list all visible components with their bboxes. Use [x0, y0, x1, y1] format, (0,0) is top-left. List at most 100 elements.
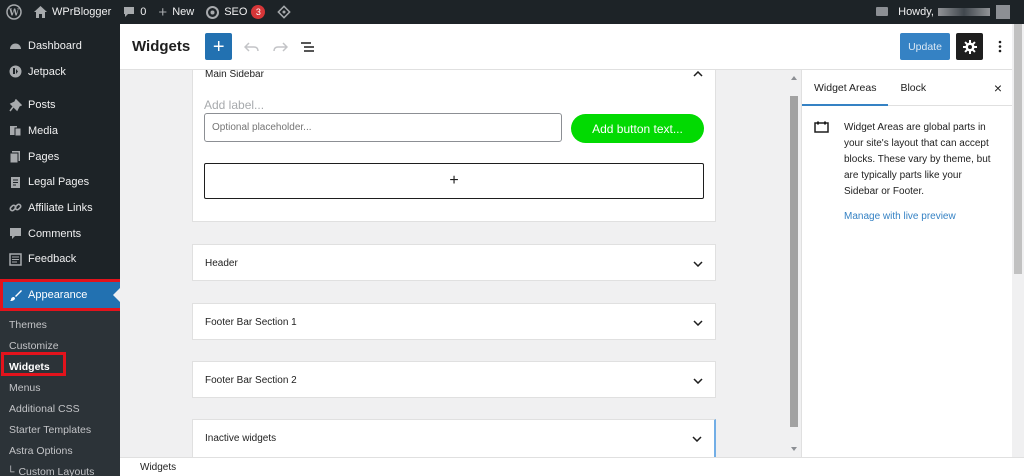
breadcrumb[interactable]: Widgets	[140, 462, 176, 473]
widget-area-inactive[interactable]: Inactive widgets	[192, 419, 716, 457]
howdy-text[interactable]: Howdy,	[898, 6, 934, 18]
widget-area-footer-bar-1[interactable]: Footer Bar Section 1	[192, 303, 716, 340]
gear-icon	[962, 39, 977, 54]
sidebar-item-appearance[interactable]: Appearance	[0, 280, 120, 311]
seo-gear-icon	[206, 5, 220, 19]
search-input[interactable]: Optional placeholder...	[204, 113, 562, 142]
notification-icon[interactable]	[876, 6, 889, 18]
svg-text:W: W	[8, 9, 20, 19]
settings-tabs: Widget Areas Block ×	[802, 70, 1012, 106]
widget-area-main-sidebar: Main Sidebar Add label... Optional place…	[192, 70, 716, 222]
widget-area-header-section[interactable]: Header	[192, 244, 716, 281]
submenu-item-customize[interactable]: Customize	[0, 335, 120, 356]
avatar[interactable]	[996, 5, 1010, 19]
sub-indent-icon: └	[7, 465, 15, 476]
canvas-scrollbar[interactable]	[788, 70, 800, 457]
widget-area-title: Main Sidebar	[205, 70, 264, 80]
close-icon[interactable]: ×	[994, 70, 1002, 105]
plus-icon: +	[212, 35, 225, 58]
comment-icon	[123, 6, 135, 18]
widget-area-header[interactable]: Header	[193, 245, 715, 282]
home-icon	[34, 6, 47, 18]
editor-header: Widgets + Update	[120, 24, 1024, 70]
comments-count: 0	[140, 6, 147, 18]
submenu-item-additional-css[interactable]: Additional CSS	[0, 398, 120, 419]
editor-footer: Widgets	[120, 457, 1024, 476]
chevron-up-icon[interactable]	[693, 71, 703, 77]
tab-block[interactable]: Block	[888, 70, 938, 105]
widget-areas-info: Widget Areas are global parts in your si…	[802, 106, 1012, 222]
sidebar-item-dashboard[interactable]: Dashboard	[0, 33, 120, 59]
brush-icon	[8, 288, 22, 302]
sidebar-item-label: Jetpack	[28, 65, 66, 78]
redo-icon[interactable]	[272, 41, 289, 53]
submenu-item-astra-options[interactable]: Astra Options	[0, 440, 120, 461]
widget-area-title: Header	[205, 258, 238, 269]
widget-area-header[interactable]: Inactive widgets	[193, 420, 714, 457]
admin-sidebar: Dashboard Jetpack Posts Media Pages Lega…	[0, 24, 120, 476]
list-view-icon[interactable]	[300, 41, 316, 53]
widget-area-footer-bar-2[interactable]: Footer Bar Section 2	[192, 361, 716, 398]
search-label-field[interactable]: Add label...	[204, 98, 264, 112]
appearance-submenu: Themes Customize Widgets Menus Additiona…	[0, 310, 120, 476]
media-icon	[8, 124, 22, 138]
pin-icon	[8, 98, 22, 112]
sidebar-item-posts[interactable]: Posts	[0, 92, 120, 118]
sidebar-item-affiliate-links[interactable]: Affiliate Links	[0, 195, 120, 221]
sidebar-item-label: Comments	[28, 227, 82, 240]
chevron-down-icon[interactable]	[693, 377, 703, 384]
wordpress-logo-icon: W	[6, 4, 22, 20]
feedback-icon	[8, 252, 22, 266]
chevron-down-icon[interactable]	[693, 319, 703, 326]
widget-area-title: Footer Bar Section 2	[205, 375, 297, 386]
diamond-link[interactable]	[271, 0, 297, 24]
settings-sidebar: Widget Areas Block × Widget Areas are gl…	[801, 70, 1012, 457]
seo-link[interactable]: SEO 3	[200, 0, 271, 24]
sidebar-item-label: Pages	[28, 150, 60, 163]
site-name-link[interactable]: WPrBlogger	[28, 0, 117, 24]
widget-area-header[interactable]: Footer Bar Section 1	[193, 304, 715, 341]
scrollbar-thumb[interactable]	[1014, 24, 1022, 274]
sidebar-item-label: Dashboard	[28, 39, 82, 52]
page-scrollbar[interactable]	[1012, 24, 1024, 457]
comments-link[interactable]: 0	[117, 0, 152, 24]
widget-area-title: Inactive widgets	[205, 433, 277, 444]
widget-area-header[interactable]: Main Sidebar	[193, 70, 715, 87]
admin-bar: W WPrBlogger 0 + New SEO 3 Howdy,	[0, 0, 1024, 24]
sidebar-item-jetpack[interactable]: Jetpack	[0, 59, 120, 85]
more-options-button[interactable]	[986, 33, 1013, 60]
submenu-item-menus[interactable]: Menus	[0, 377, 120, 398]
link-icon	[8, 201, 22, 215]
scrollbar-thumb[interactable]	[790, 96, 798, 427]
widget-area-header[interactable]: Footer Bar Section 2	[193, 362, 715, 399]
widget-area-icon	[814, 120, 830, 222]
settings-button[interactable]	[956, 33, 983, 60]
jetpack-icon	[8, 65, 22, 79]
block-appender-button[interactable]: +	[204, 163, 704, 199]
chevron-down-icon[interactable]	[692, 435, 702, 442]
sidebar-item-pages[interactable]: Pages	[0, 144, 120, 170]
manage-live-preview-link[interactable]: Manage with live preview	[844, 211, 994, 222]
block-inserter-button[interactable]: +	[205, 33, 233, 60]
sidebar-item-comments[interactable]: Comments	[0, 221, 120, 247]
search-button[interactable]: Add button text...	[571, 114, 704, 143]
undo-icon[interactable]	[244, 41, 260, 53]
diamond-icon	[277, 5, 292, 19]
new-content-link[interactable]: + New	[152, 0, 200, 24]
submenu-item-custom-layouts[interactable]: └ Custom Layouts	[0, 461, 120, 476]
sidebar-item-feedback[interactable]: Feedback	[0, 247, 120, 273]
sidebar-item-media[interactable]: Media	[0, 118, 120, 144]
scroll-up-icon[interactable]	[791, 76, 797, 80]
username-redacted	[938, 8, 990, 16]
sidebar-item-label: Posts	[28, 99, 56, 112]
sidebar-item-legal-pages[interactable]: Legal Pages	[0, 169, 120, 195]
update-button[interactable]: Update	[900, 33, 950, 60]
tab-widget-areas[interactable]: Widget Areas	[802, 70, 889, 106]
submenu-item-starter-templates[interactable]: Starter Templates	[0, 419, 120, 440]
chevron-down-icon[interactable]	[693, 260, 703, 267]
submenu-item-widgets[interactable]: Widgets	[0, 356, 120, 377]
wordpress-logo-button[interactable]: W	[0, 0, 28, 24]
submenu-item-themes[interactable]: Themes	[0, 314, 120, 335]
sidebar-item-label: Media	[28, 124, 58, 137]
scroll-down-icon[interactable]	[791, 447, 797, 451]
